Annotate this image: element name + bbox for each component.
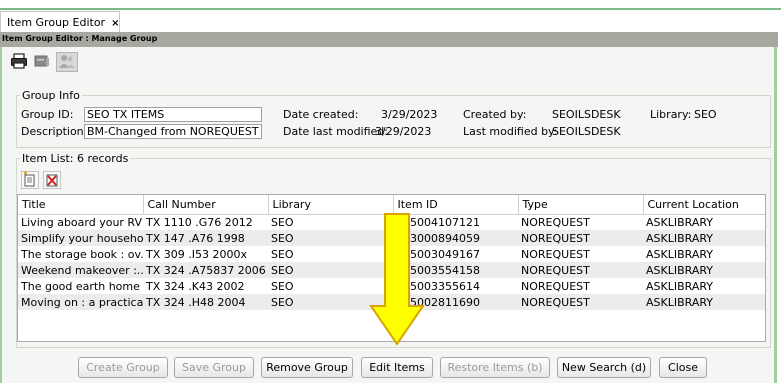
tab-item-group-editor[interactable]: Item Group Editor × bbox=[0, 11, 120, 32]
cell-call-number: TX 147 .A76 1998 bbox=[143, 230, 268, 246]
cell-title: Weekend makeover :... bbox=[18, 262, 143, 278]
group-info-legend: Group Info bbox=[20, 89, 82, 102]
remove-item-icon[interactable] bbox=[43, 171, 61, 189]
column-header-current-location[interactable]: Current Location bbox=[643, 195, 765, 215]
column-header-call-number[interactable]: Call Number bbox=[143, 195, 269, 215]
cell-call-number: TX 324 .A75837 2006 bbox=[143, 262, 268, 278]
item-list-legend: Item List: 6 records bbox=[20, 152, 131, 165]
modified-by-label: Last modified by: bbox=[463, 125, 558, 138]
cell-title: Simplify your household bbox=[18, 230, 143, 246]
group-id-label: Group ID: bbox=[21, 108, 74, 121]
cell-current-location: ASKLIBRARY bbox=[643, 262, 765, 278]
cell-current-location: ASKLIBRARY bbox=[646, 247, 714, 261]
cell-type: NOREQUEST bbox=[521, 215, 590, 229]
window-titlebar: Item Group Editor : Manage Group bbox=[0, 32, 778, 47]
cell-type: NOREQUEST bbox=[518, 262, 643, 278]
date-created-value: 3/29/2023 bbox=[381, 108, 438, 121]
annotation-arrow-icon bbox=[369, 213, 425, 346]
cell-title: The good earth home ... bbox=[21, 279, 143, 293]
cell-title: The storage book : ov... bbox=[21, 247, 143, 261]
cell-call-number: TX 309 .I53 2000x bbox=[146, 247, 247, 261]
cell-type: NOREQUEST bbox=[521, 279, 590, 293]
close-tab-icon[interactable]: × bbox=[111, 18, 119, 29]
cell-type: NOREQUEST bbox=[521, 247, 590, 261]
cell-current-location: ASKLIBRARY bbox=[646, 279, 714, 293]
created-by-value: SEOILSDESK bbox=[552, 108, 621, 121]
cell-current-location: ASKLIBRARY bbox=[643, 230, 765, 246]
binder-icon[interactable] bbox=[33, 52, 51, 70]
group-id-input[interactable]: SEO TX ITEMS bbox=[84, 107, 262, 122]
cell-title: Living aboard your RV bbox=[21, 215, 142, 229]
people-icon[interactable] bbox=[56, 52, 78, 72]
modified-by-value: SEOILSDESK bbox=[552, 125, 621, 138]
library-value: SEO bbox=[694, 108, 717, 121]
save-group-button[interactable]: Save Group bbox=[174, 357, 254, 378]
description-label: Description: bbox=[21, 125, 88, 138]
date-created-label: Date created: bbox=[283, 108, 359, 121]
window-title: Item Group Editor : Manage Group bbox=[2, 34, 158, 43]
remove-group-button[interactable]: Remove Group bbox=[261, 357, 353, 378]
cell-call-number: TX 1110 .G76 2012 bbox=[146, 215, 253, 229]
cell-current-location: ASKLIBRARY bbox=[646, 215, 714, 229]
cell-title: Moving on : a practica... bbox=[18, 294, 143, 310]
created-by-label: Created by: bbox=[463, 108, 527, 121]
library-label: Library: bbox=[650, 108, 692, 121]
tab-label: Item Group Editor bbox=[7, 16, 106, 29]
cell-type: NOREQUEST bbox=[518, 294, 643, 310]
cell-call-number: TX 324 .H48 2004 bbox=[143, 294, 268, 310]
column-header-title[interactable]: Title bbox=[18, 195, 144, 215]
cell-type: NOREQUEST bbox=[518, 230, 643, 246]
column-header-type[interactable]: Type bbox=[518, 195, 644, 215]
close-button[interactable]: Close bbox=[659, 357, 707, 378]
restore-items-button[interactable]: Restore Items (b) bbox=[440, 357, 550, 378]
date-modified-label: Date last modified: bbox=[283, 125, 388, 138]
edit-items-button[interactable]: Edit Items bbox=[361, 357, 433, 378]
cell-current-location: ASKLIBRARY bbox=[643, 294, 765, 310]
top-accent-line bbox=[0, 8, 781, 10]
cell-call-number: TX 324 .K43 2002 bbox=[146, 279, 245, 293]
date-modified-value: 3/29/2023 bbox=[375, 125, 432, 138]
description-input[interactable]: BM-Changed from NOREQUEST to ASKLIBRARY bbox=[84, 124, 262, 139]
new-search-button[interactable]: New Search (d) bbox=[557, 357, 651, 378]
print-icon[interactable] bbox=[10, 52, 28, 70]
create-group-button[interactable]: Create Group bbox=[78, 357, 168, 378]
add-item-icon[interactable] bbox=[21, 171, 39, 189]
